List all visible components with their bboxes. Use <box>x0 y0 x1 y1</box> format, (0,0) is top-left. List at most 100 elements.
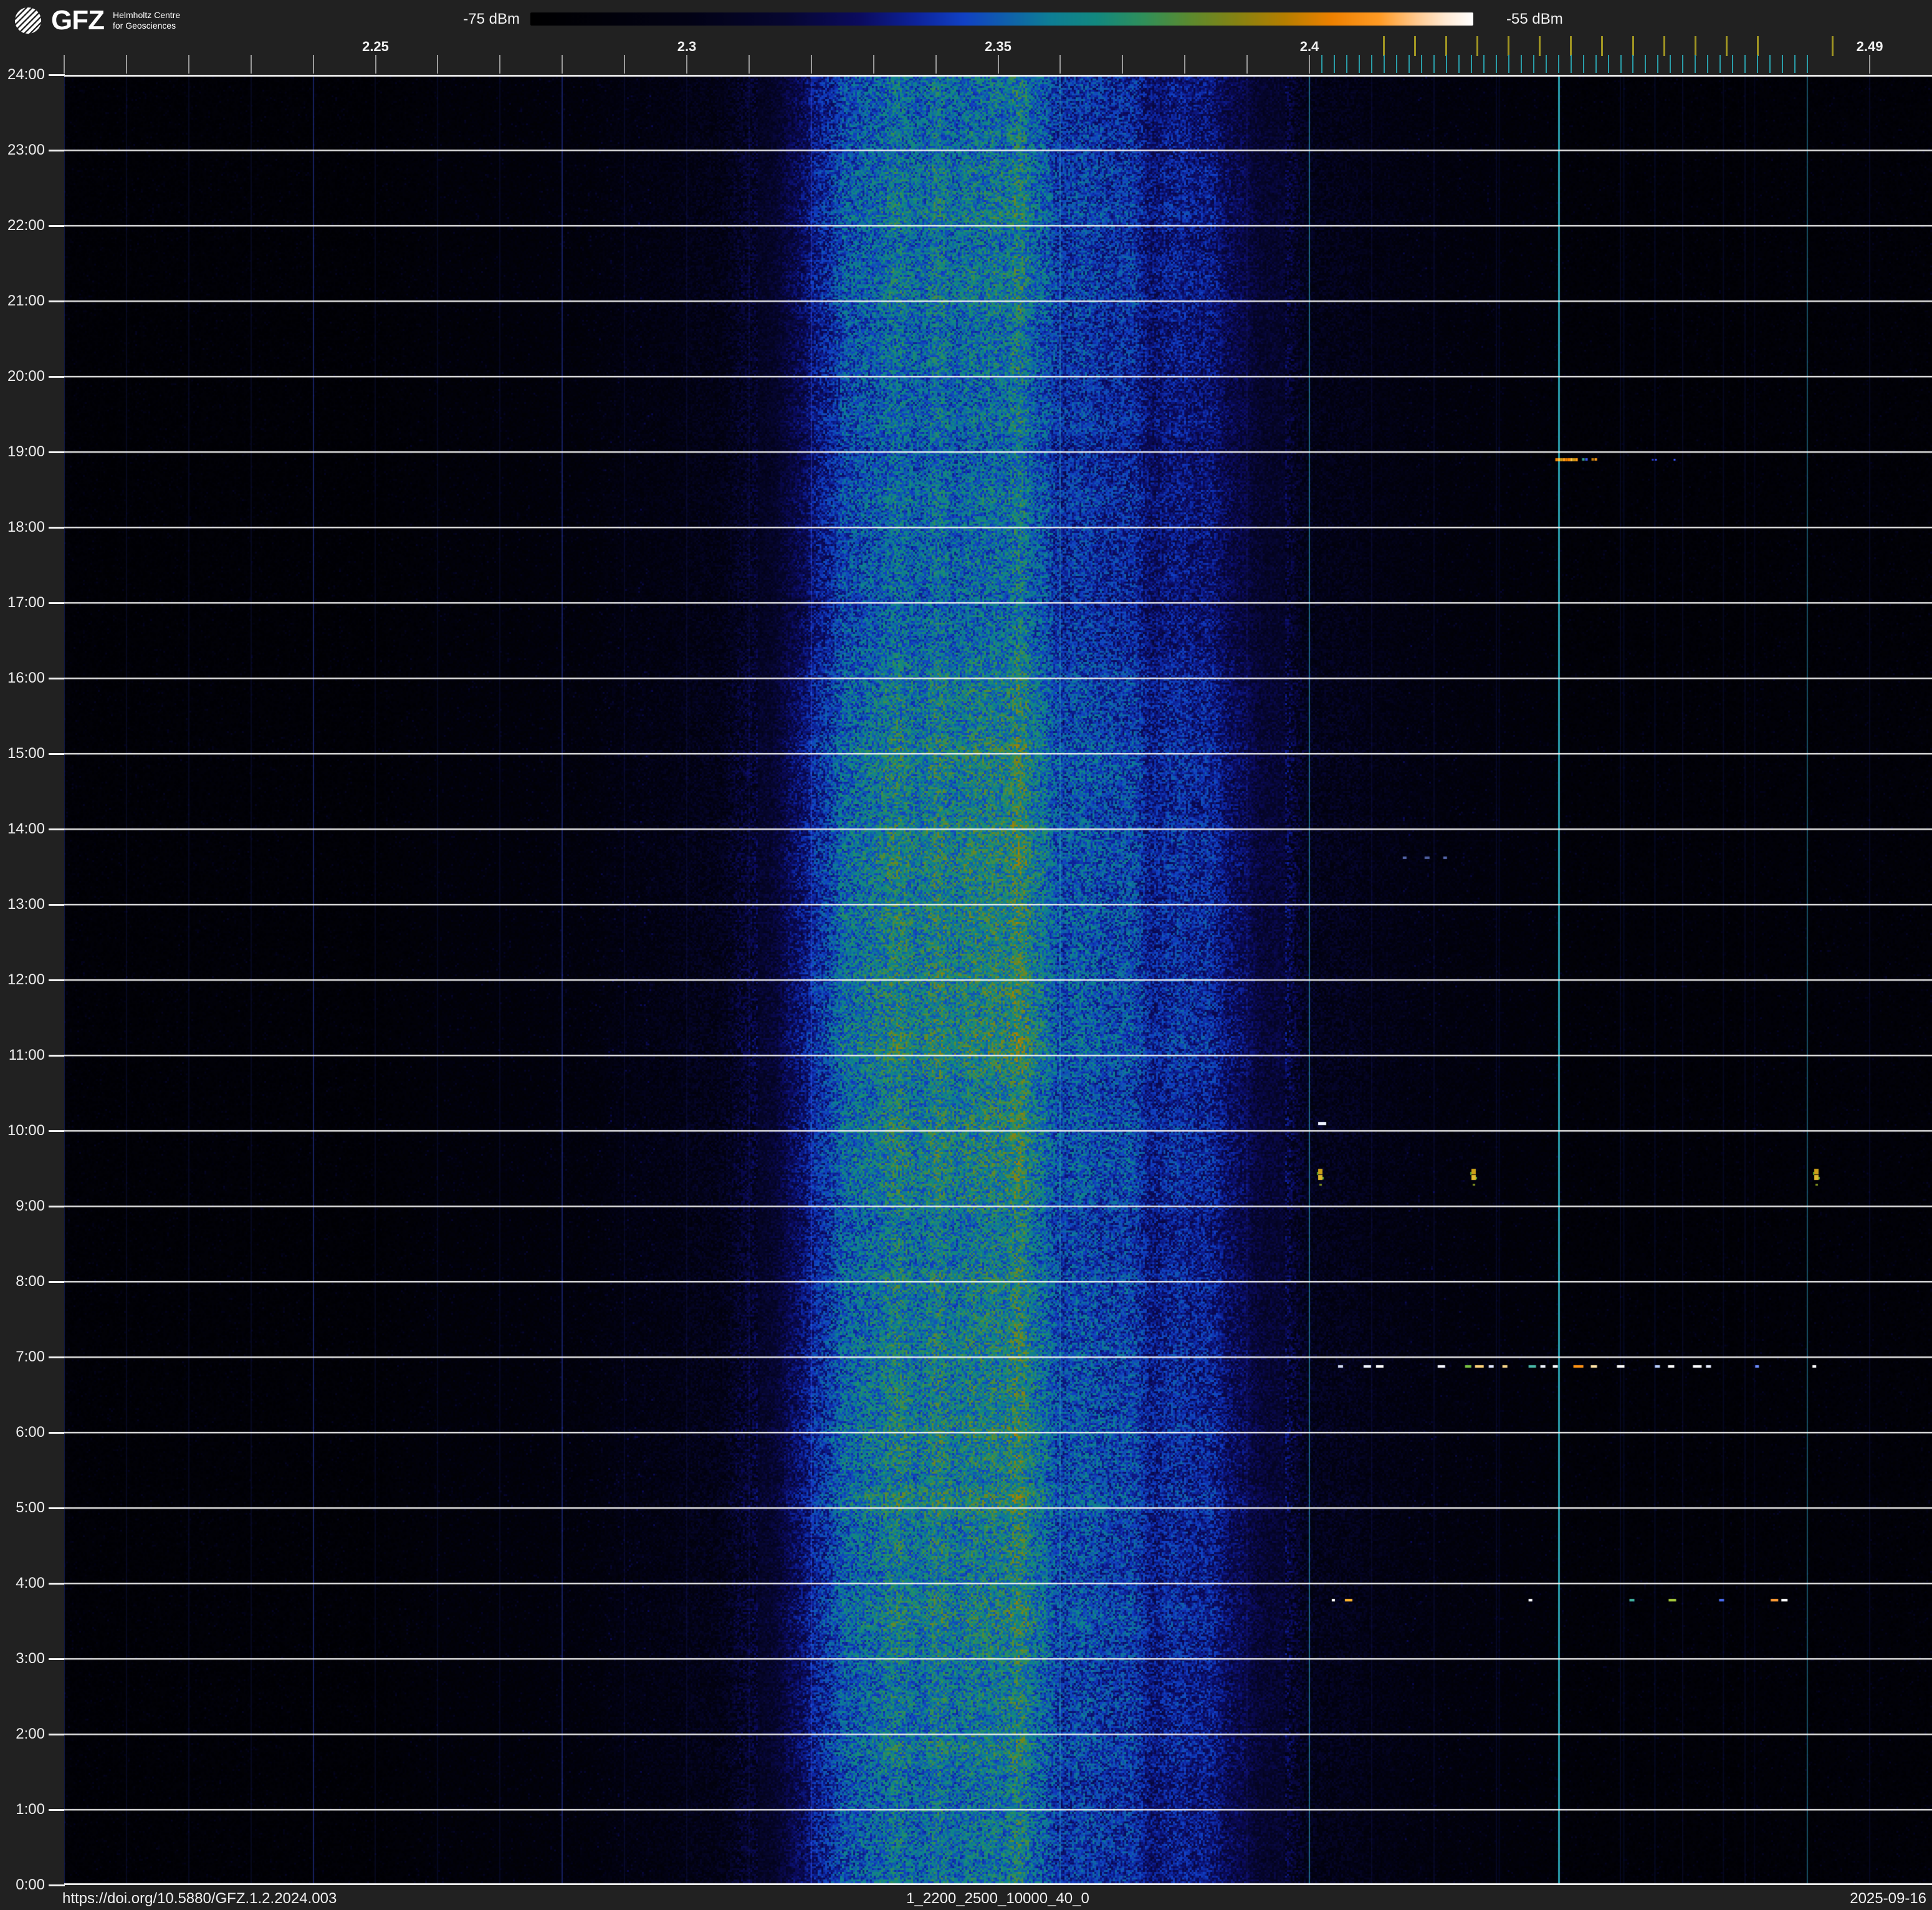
time-label: 16:00 <box>7 669 45 686</box>
ble-channel-tick <box>1695 55 1696 73</box>
ble-channel-tick <box>1470 55 1472 73</box>
time-label: 11:00 <box>8 1047 45 1063</box>
ble-channel-tick <box>1370 55 1372 73</box>
wifi-channel-tick <box>1539 36 1541 56</box>
ble-channel-tick <box>1383 55 1385 73</box>
wifi-channel-tick <box>1632 36 1634 56</box>
time-label: 22:00 <box>7 217 45 234</box>
ble-channel-tick <box>1607 55 1609 73</box>
freq-minor-tick <box>125 55 127 74</box>
hour-tick <box>49 904 65 906</box>
hour-tick <box>49 979 65 981</box>
freq-minor-tick <box>997 55 999 74</box>
freq-minor-tick <box>1059 55 1061 74</box>
colorbar-min-label: -75 dBm <box>463 11 520 27</box>
dataset-id-label: 1_2200_2500_10000_40_0 <box>906 1890 1089 1907</box>
hour-tick <box>49 1734 65 1735</box>
ble-channel-tick <box>1682 55 1684 73</box>
hour-tick <box>49 1055 65 1057</box>
ble-channel-tick <box>1794 55 1796 73</box>
ble-channel-tick <box>1570 55 1572 73</box>
hour-tick <box>49 225 65 227</box>
ble-channel-tick <box>1582 55 1584 73</box>
hour-tick <box>49 1583 65 1585</box>
time-label: 17:00 <box>7 594 45 611</box>
hour-tick <box>49 300 65 302</box>
freq-minor-tick <box>312 55 314 74</box>
hour-tick <box>49 602 65 604</box>
freq-tick-label: 2.3 <box>677 39 697 54</box>
wifi-channel-tick <box>1570 36 1572 56</box>
hour-tick <box>49 678 65 679</box>
freq-minor-tick <box>375 55 376 74</box>
time-label: 24:00 <box>7 66 45 83</box>
wifi-channel-tick <box>1601 36 1604 56</box>
hour-tick <box>49 527 65 529</box>
ble-channel-tick <box>1395 55 1397 73</box>
wifi-channel-tick <box>1831 36 1834 56</box>
time-label: 2:00 <box>16 1725 45 1742</box>
hour-tick <box>49 150 65 151</box>
freq-tick-label: 2.35 <box>985 39 1011 54</box>
ble-channel-tick <box>1670 55 1671 73</box>
freq-minor-tick <box>64 55 65 74</box>
ble-channel-tick <box>1757 55 1759 73</box>
time-label: 4:00 <box>16 1575 45 1591</box>
ble-channel-tick <box>1458 55 1460 73</box>
ble-channel-tick <box>1533 55 1534 73</box>
time-label: 10:00 <box>7 1122 45 1139</box>
time-label: 21:00 <box>7 292 45 309</box>
hour-tick <box>49 376 65 378</box>
wifi-channel-tick <box>1383 36 1385 56</box>
ble-channel-tick <box>1744 55 1746 73</box>
time-label: 13:00 <box>7 896 45 913</box>
freq-minor-tick <box>686 55 687 74</box>
wifi-channel-tick <box>1756 36 1759 56</box>
hour-tick <box>49 1281 65 1283</box>
wifi-channel-tick <box>1508 36 1510 56</box>
hour-tick <box>49 451 65 453</box>
ble-channel-tick <box>1595 55 1597 73</box>
gfz-logo: GFZ Helmholtz Centre for Geosciences <box>14 6 180 35</box>
hour-tick <box>49 1507 65 1509</box>
ble-channel-tick <box>1657 55 1659 73</box>
spectrogram-page: GFZ Helmholtz Centre for Geosciences -75… <box>0 0 1932 1910</box>
freq-minor-tick <box>562 55 563 74</box>
hour-tick <box>49 1356 65 1358</box>
colorbar-gradient <box>530 12 1473 26</box>
ble-channel-tick <box>1632 55 1634 73</box>
hour-tick <box>49 1206 65 1207</box>
time-label: 5:00 <box>16 1499 45 1516</box>
freq-minor-tick <box>499 55 501 74</box>
ble-channel-tick <box>1520 55 1522 73</box>
hour-tick <box>49 753 65 755</box>
freq-minor-tick <box>1246 55 1248 74</box>
ble-channel-tick <box>1483 55 1485 73</box>
freq-minor-tick <box>1309 55 1310 74</box>
time-label: 6:00 <box>16 1424 45 1441</box>
time-label: 14:00 <box>7 820 45 837</box>
ble-channel-tick <box>1769 55 1771 73</box>
freq-minor-tick <box>873 55 874 74</box>
ble-channel-tick <box>1732 55 1734 73</box>
ble-channel-tick <box>1321 55 1322 73</box>
logo-institute-name: Helmholtz Centre for Geosciences <box>112 9 181 31</box>
time-label: 0:00 <box>16 1876 45 1893</box>
wifi-channel-tick <box>1414 36 1417 56</box>
hour-tick <box>49 74 65 76</box>
ble-channel-tick <box>1719 55 1721 73</box>
doi-link[interactable]: https://doi.org/10.5880/GFZ.1.2.2024.003 <box>62 1890 337 1908</box>
ble-channel-tick <box>1358 55 1360 73</box>
wifi-channel-tick <box>1663 36 1665 56</box>
freq-minor-tick <box>935 55 937 74</box>
freq-minor-tick <box>1869 55 1871 74</box>
hour-tick <box>49 828 65 830</box>
wifi-channel-tick <box>1725 36 1728 56</box>
ble-channel-tick <box>1333 55 1335 73</box>
ble-channel-tick <box>1645 55 1647 73</box>
freq-minor-tick <box>748 55 750 74</box>
ble-channel-tick <box>1782 55 1784 73</box>
time-label: 18:00 <box>7 519 45 535</box>
freq-minor-tick <box>1122 55 1124 74</box>
logo-brand-text: GFZ <box>51 5 105 36</box>
